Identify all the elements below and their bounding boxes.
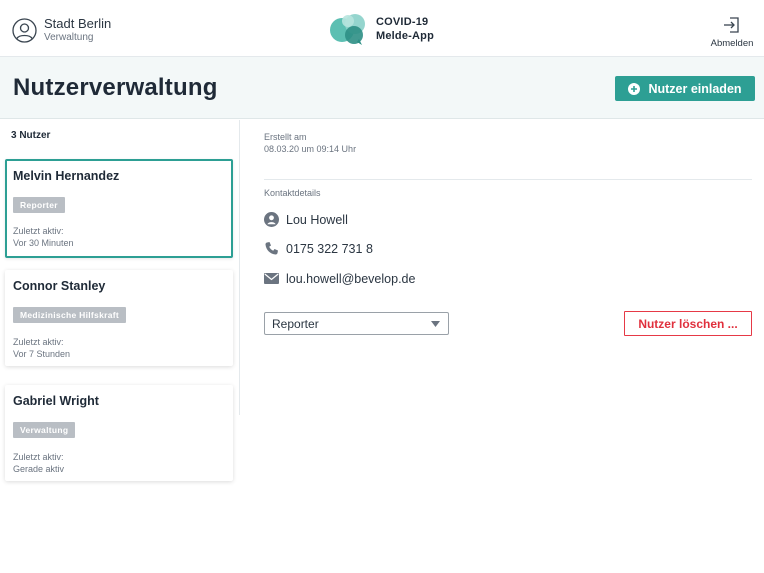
created-label: Erstellt am xyxy=(264,132,307,142)
delete-user-button[interactable]: Nutzer löschen ... xyxy=(624,311,752,336)
invite-user-label: Nutzer einladen xyxy=(648,81,742,96)
last-active-label: Zuletzt aktiv: xyxy=(13,452,64,462)
role-badge: Medizinische Hilfskraft xyxy=(13,307,127,323)
last-active-label: Zuletzt aktiv: xyxy=(13,226,64,236)
user-card-gabriel-wright[interactable]: Gabriel Wright Verwaltung Zuletzt aktiv:… xyxy=(5,385,233,481)
mail-icon xyxy=(264,273,279,284)
invite-user-button[interactable]: Nutzer einladen xyxy=(615,76,755,101)
user-card-connor-stanley[interactable]: Connor Stanley Medizinische Hilfskraft Z… xyxy=(5,270,233,366)
logout-button[interactable]: Abmelden xyxy=(708,16,756,49)
contact-name-row: Lou Howell xyxy=(264,212,348,227)
last-active-label: Zuletzt aktiv: xyxy=(13,337,64,347)
logout-label: Abmelden xyxy=(710,38,754,49)
chevron-down-icon xyxy=(431,321,440,327)
last-active-value: Vor 30 Minuten xyxy=(13,238,74,248)
logout-icon xyxy=(724,17,739,33)
person-icon xyxy=(264,212,279,227)
organization-info: Stadt Berlin Verwaltung xyxy=(12,16,111,45)
role-badge: Verwaltung xyxy=(13,422,76,438)
contact-email-row: lou.howell@bevelop.de xyxy=(264,271,415,286)
list-divider xyxy=(239,120,240,415)
user-name: Gabriel Wright xyxy=(13,394,99,408)
user-card-melvin-hernandez[interactable]: Melvin Hernandez Reporter Zuletzt aktiv:… xyxy=(5,159,233,258)
role-select-value: Reporter xyxy=(272,317,319,331)
last-active-value: Vor 7 Stunden xyxy=(13,349,71,359)
top-bar: Stadt Berlin Verwaltung COVID-19 Melde-A… xyxy=(0,0,764,57)
last-active-value: Gerade aktiv xyxy=(13,464,65,474)
role-badge: Reporter xyxy=(13,197,65,213)
organization-name: Stadt Berlin xyxy=(44,16,112,31)
contact-phone-row: 0175 322 731 8 xyxy=(264,241,373,256)
app-brand: COVID-19 Melde-App xyxy=(329,12,434,46)
contact-phone: 0175 322 731 8 xyxy=(286,241,373,256)
app-name-line1: COVID-19 xyxy=(376,16,429,28)
contact-name: Lou Howell xyxy=(286,212,348,227)
speech-bubbles-logo-icon xyxy=(330,14,365,45)
plus-circle-icon xyxy=(628,82,641,95)
contact-details-title: Kontaktdetails xyxy=(264,188,321,198)
created-value: 08.03.20 um 09:14 Uhr xyxy=(264,144,357,154)
phone-icon xyxy=(265,242,278,255)
role-select[interactable]: Reporter xyxy=(264,312,449,335)
app-name-line2: Melde-App xyxy=(376,30,435,42)
user-name: Melvin Hernandez xyxy=(13,169,120,183)
contact-email[interactable]: lou.howell@bevelop.de xyxy=(286,272,415,286)
page-title: Nutzerverwaltung xyxy=(13,74,218,101)
user-name: Connor Stanley xyxy=(13,279,106,293)
detail-divider xyxy=(264,179,752,180)
user-count: 3 Nutzer xyxy=(11,130,51,141)
organization-subtitle: Verwaltung xyxy=(44,32,94,43)
user-circle-icon xyxy=(12,18,37,43)
